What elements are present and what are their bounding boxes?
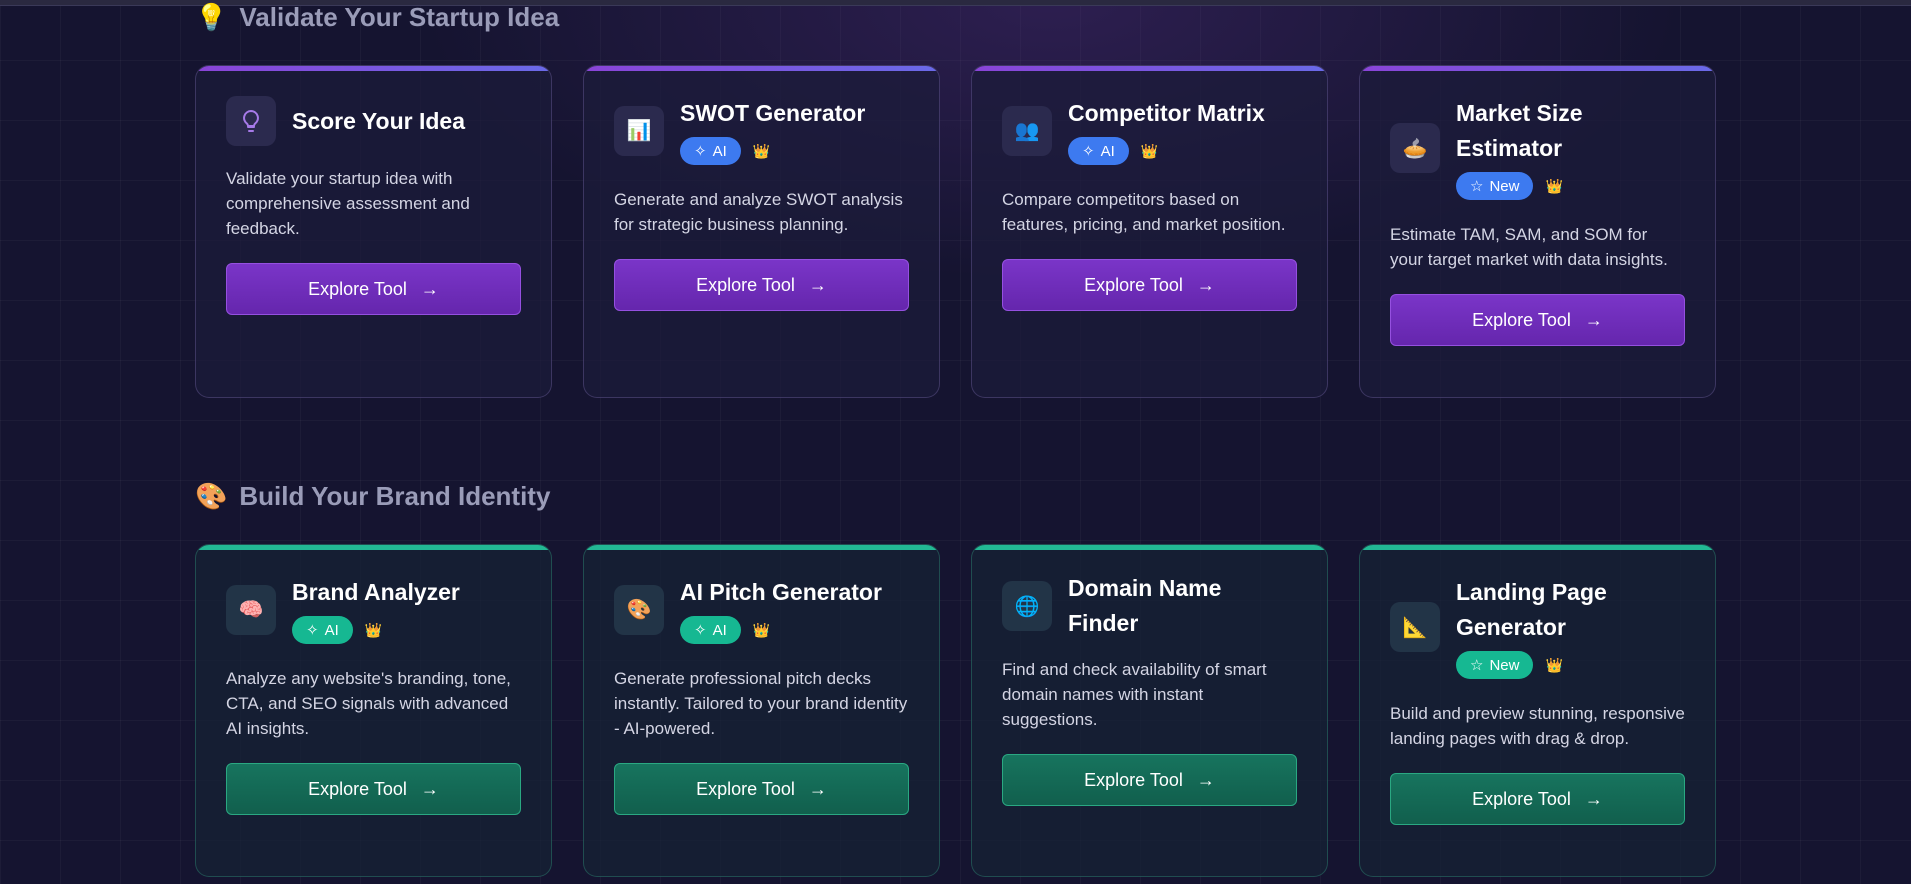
card-description: Estimate TAM, SAM, and SOM for your targ… [1390, 225, 1668, 269]
tool-card-market-size-estimator: 🥧 Market Size Estimator ☆ New 👑 Estimate … [1359, 65, 1716, 398]
tool-card-ai-pitch-generator: 🎨 AI Pitch Generator ✧ AI 👑 Generate prof… [583, 544, 940, 877]
crown-icon: 👑 [752, 142, 771, 159]
arrow-right-icon: → [420, 278, 439, 299]
explore-tool-button[interactable]: Explore Tool → [1390, 773, 1685, 825]
tool-card-domain-name-finder: 🌐 Domain Name Finder Find and check avai… [971, 544, 1328, 877]
explore-tool-button[interactable]: Explore Tool → [1390, 294, 1685, 346]
section-heading: Validate Your Startup Idea [239, 1, 560, 32]
palette-icon: 🎨 [195, 481, 228, 511]
ai-badge: ✧ AI [1068, 137, 1129, 165]
card-description: Validate your startup idea with comprehe… [226, 169, 470, 238]
arrow-right-icon: → [1196, 274, 1215, 295]
crown-icon: 👑 [1140, 142, 1159, 159]
arrow-right-icon: → [808, 274, 827, 295]
card-description: Find and check availability of smart dom… [1002, 660, 1267, 729]
card-title: SWOT Generator [680, 100, 866, 126]
new-badge: ☆ New [1456, 651, 1534, 679]
sparkle-icon: ✧ [694, 622, 707, 639]
sparkle-icon: ✧ [306, 622, 319, 639]
tool-card-brand-analyzer: 🧠 Brand Analyzer ✧ AI 👑 Analyze any websi… [195, 544, 552, 877]
arrow-right-icon: → [1584, 788, 1603, 809]
crown-icon: 👑 [1545, 177, 1563, 194]
card-title: Brand Analyzer [292, 579, 460, 605]
section-title: 💡 Validate Your Startup Idea [195, 0, 559, 34]
palette-icon: 🎨 [614, 584, 664, 635]
ai-badge: ✧ AI [680, 616, 741, 644]
card-title: Landing Page Generator [1456, 579, 1607, 640]
lightbulb-icon: 💡 [195, 2, 228, 32]
explore-tool-button[interactable]: Explore Tool → [1002, 754, 1297, 806]
card-description: Build and preview stunning, responsive l… [1390, 704, 1685, 748]
sparkle-icon: ✧ [694, 143, 707, 160]
card-title: Score Your Idea [292, 107, 465, 134]
arrow-right-icon: → [420, 778, 439, 799]
new-badge: ☆ New [1456, 172, 1534, 200]
users-icon: 👥 [1002, 105, 1052, 156]
pie-icon: 🥧 [1390, 123, 1440, 173]
explore-tool-button[interactable]: Explore Tool → [614, 763, 909, 815]
tool-card-competitor-matrix: 👥 Competitor Matrix ✧ AI 👑 Compare compet… [971, 65, 1328, 398]
tool-card-swot-generator: 📊 SWOT Generator ✧ AI 👑 Generate and anal… [583, 65, 940, 398]
globe-icon: 🌐 [1002, 581, 1052, 631]
brain-icon: 🧠 [226, 584, 276, 635]
section-heading: Build Your Brand Identity [239, 480, 551, 511]
card-title: Domain Name Finder [1068, 575, 1222, 636]
bar-chart-icon: 📊 [614, 105, 664, 156]
card-description: Compare competitors based on features, p… [1002, 190, 1286, 234]
section-title: 🎨 Build Your Brand Identity [195, 479, 550, 513]
ai-badge: ✧ AI [292, 616, 353, 644]
star-icon: ☆ [1470, 178, 1484, 195]
explore-tool-button[interactable]: Explore Tool → [226, 763, 521, 815]
crown-icon: 👑 [752, 621, 771, 638]
card-title: Competitor Matrix [1068, 100, 1265, 126]
triangle-ruler-icon: 📐 [1390, 602, 1440, 652]
card-title: AI Pitch Generator [680, 579, 882, 605]
explore-tool-button[interactable]: Explore Tool → [226, 263, 521, 315]
card-description: Generate and analyze SWOT analysis for s… [614, 190, 903, 234]
card-description: Generate professional pitch decks instan… [614, 669, 908, 738]
ai-badge: ✧ AI [680, 137, 741, 165]
lightbulb-icon [226, 96, 276, 146]
crown-icon: 👑 [1545, 656, 1563, 673]
arrow-right-icon: → [808, 778, 827, 799]
star-icon: ☆ [1470, 657, 1484, 674]
arrow-right-icon: → [1196, 769, 1215, 790]
tool-card-landing-page-generator: 📐 Landing Page Generator ☆ New 👑 Build an… [1359, 544, 1716, 877]
arrow-right-icon: → [1584, 309, 1603, 330]
explore-tool-button[interactable]: Explore Tool → [614, 259, 909, 311]
card-description: Analyze any website's branding, tone, CT… [226, 669, 511, 738]
explore-tool-button[interactable]: Explore Tool → [1002, 259, 1297, 311]
sparkle-icon: ✧ [1082, 143, 1095, 160]
crown-icon: 👑 [364, 621, 383, 638]
tool-card-score-your-idea: Score Your Idea Validate your startup id… [195, 65, 552, 398]
card-title: Market Size Estimator [1456, 100, 1583, 161]
